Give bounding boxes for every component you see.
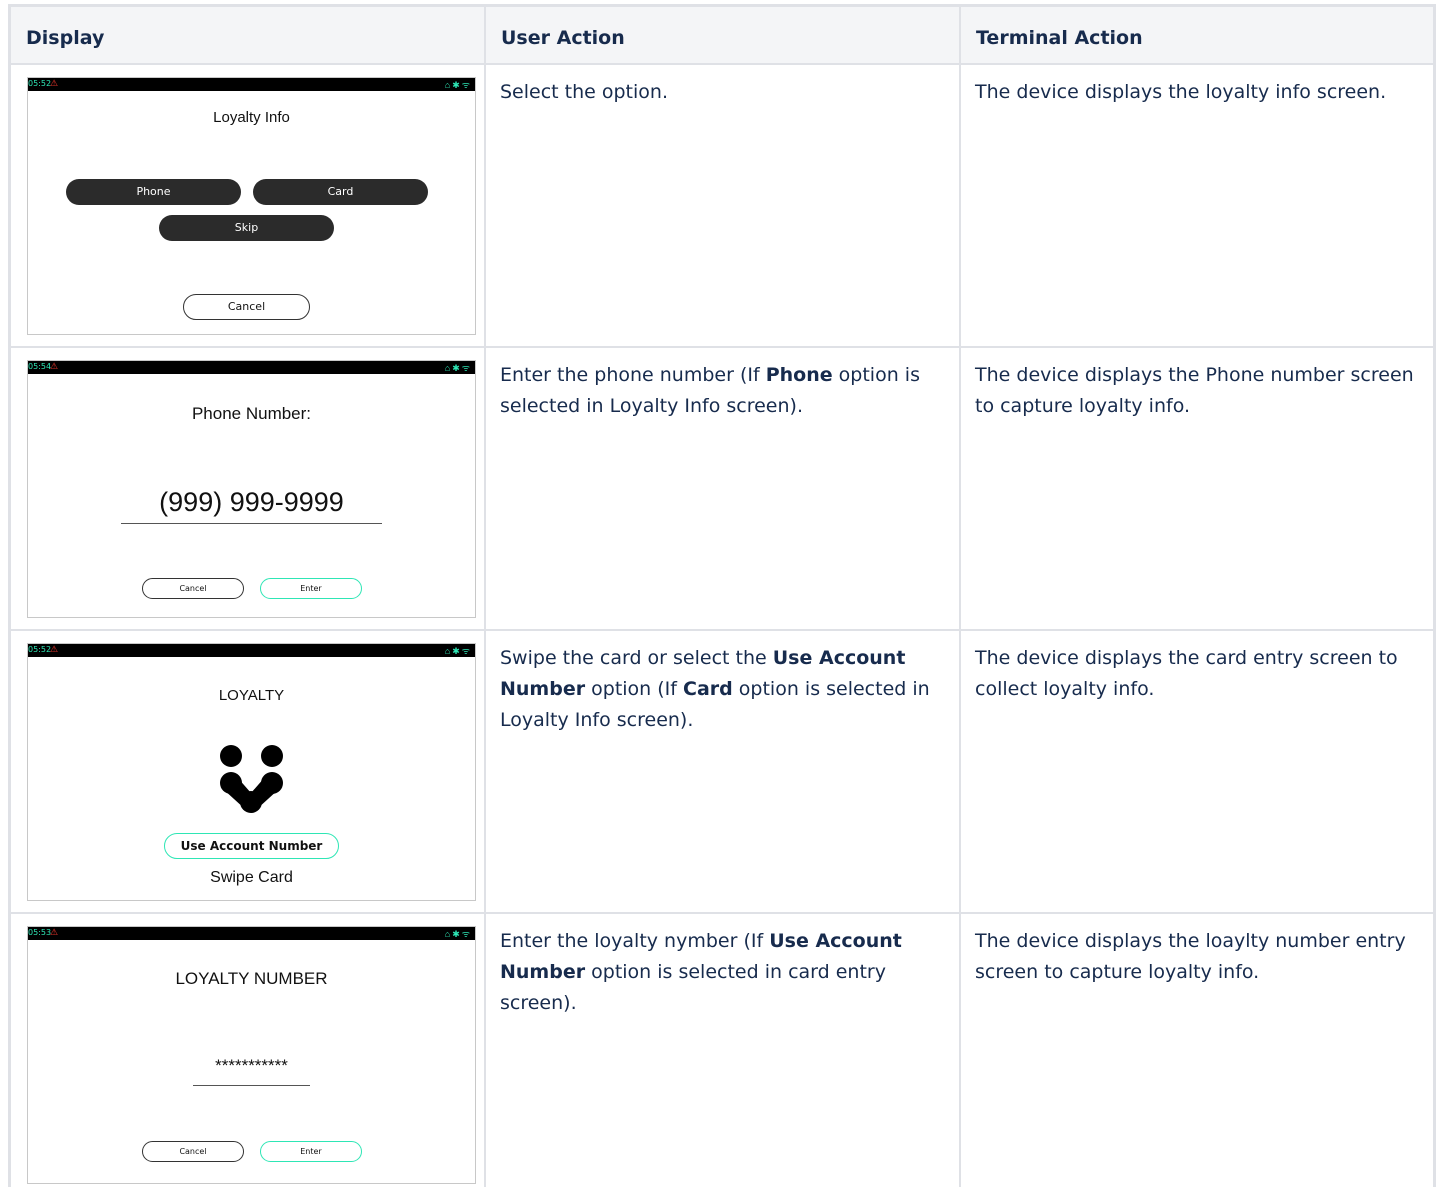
swipe-logo-icon xyxy=(220,745,283,813)
row4-user-action: Enter the loyalty nymber (If Use Account… xyxy=(485,913,960,1187)
skip-button[interactable]: Skip xyxy=(159,215,334,241)
enter-button[interactable]: Enter xyxy=(260,578,362,599)
row3-user-action: Swipe the card or select the Use Account… xyxy=(485,630,960,913)
warning-icon: ⚠ xyxy=(50,78,59,88)
entry-underline xyxy=(121,523,382,524)
row3-terminal-action: The device displays the card entry scree… xyxy=(960,630,1434,913)
text-bold: Card xyxy=(683,678,733,700)
row1-display-cell: 05:52 ⚠ ⌂✱ᯤ Loyalty Info Phone Card Skip… xyxy=(10,64,485,347)
loyalty-number-screen: 05:53 ⚠ ⌂✱ᯤ LOYALTY NUMBER *********** C… xyxy=(27,926,476,1184)
card-entry-screen: 05:52 ⚠ ⌂✱ᯤ LOYALTY Use Account Number S… xyxy=(27,643,476,901)
cancel-button[interactable]: Cancel xyxy=(142,1141,244,1162)
status-time: 05:53 xyxy=(28,928,52,937)
status-icons: ⌂✱ᯤ xyxy=(444,646,472,656)
phone-entry-value[interactable]: (999) 999-9999 xyxy=(121,487,382,518)
status-icons: ⌂✱ᯤ xyxy=(444,929,472,939)
row2-terminal-action: The device displays the Phone number scr… xyxy=(960,347,1434,630)
screen-title: Loyalty Info xyxy=(213,109,290,126)
text-part: Enter the phone number (If xyxy=(500,364,766,386)
screen-title: LOYALTY NUMBER xyxy=(175,969,328,988)
loyalty-info-screen: 05:52 ⚠ ⌂✱ᯤ Loyalty Info Phone Card Skip… xyxy=(27,77,476,335)
entry-underline xyxy=(193,1085,310,1086)
status-bar: 05:53 ⚠ ⌂✱ᯤ xyxy=(28,927,475,940)
status-bar: 05:52 ⚠ ⌂✱ᯤ xyxy=(28,644,475,657)
swipe-card-label: Swipe Card xyxy=(210,869,293,886)
enter-button[interactable]: Enter xyxy=(260,1141,362,1162)
text-part: option (If xyxy=(585,678,683,700)
phone-button[interactable]: Phone xyxy=(66,179,241,205)
use-account-number-button[interactable]: Use Account Number xyxy=(164,833,339,859)
screen-title: Phone Number: xyxy=(191,404,312,423)
warning-icon: ⚠ xyxy=(50,927,59,937)
row1-terminal-action: The device displays the loyalty info scr… xyxy=(960,64,1434,347)
row1-user-action: Select the option. xyxy=(485,64,960,347)
status-icons: ⌂✱ᯤ xyxy=(444,363,472,373)
phone-number-screen: 05:54 ⚠ ⌂✱ᯤ Phone Number: (999) 999-9999… xyxy=(27,360,476,618)
row2-user-action: Enter the phone number (If Phone option … xyxy=(485,347,960,630)
text-bold: Phone xyxy=(765,364,833,386)
loyalty-number-entry[interactable]: *********** xyxy=(193,1056,310,1076)
header-display: Display xyxy=(10,6,485,64)
row2-display-cell: 05:54 ⚠ ⌂✱ᯤ Phone Number: (999) 999-9999… xyxy=(10,347,485,630)
row4-display-cell: 05:53 ⚠ ⌂✱ᯤ LOYALTY NUMBER *********** C… xyxy=(10,913,485,1187)
card-button[interactable]: Card xyxy=(253,179,428,205)
header-user-action: User Action xyxy=(485,6,960,64)
warning-icon: ⚠ xyxy=(50,361,59,371)
status-time: 05:54 xyxy=(28,362,52,371)
text-part: Enter the loyalty nymber (If xyxy=(500,930,770,952)
row4-terminal-action: The device displays the loaylty number e… xyxy=(960,913,1434,1187)
status-time: 05:52 xyxy=(28,79,52,88)
status-time: 05:52 xyxy=(28,645,52,654)
row3-display-cell: 05:52 ⚠ ⌂✱ᯤ LOYALTY Use Account Number S… xyxy=(10,630,485,913)
status-bar: 05:54 ⚠ ⌂✱ᯤ xyxy=(28,361,475,374)
warning-icon: ⚠ xyxy=(50,644,59,654)
cancel-button[interactable]: Cancel xyxy=(142,578,244,599)
steps-table: Display User Action Terminal Action 05:5… xyxy=(8,4,1436,1187)
cancel-button[interactable]: Cancel xyxy=(183,294,310,320)
header-terminal-action: Terminal Action xyxy=(960,6,1434,64)
text-part: Swipe the card or select the xyxy=(500,647,773,669)
status-icons: ⌂✱ᯤ xyxy=(444,80,472,90)
status-bar: 05:52 ⚠ ⌂✱ᯤ xyxy=(28,78,475,91)
screen-title: LOYALTY xyxy=(218,687,285,704)
